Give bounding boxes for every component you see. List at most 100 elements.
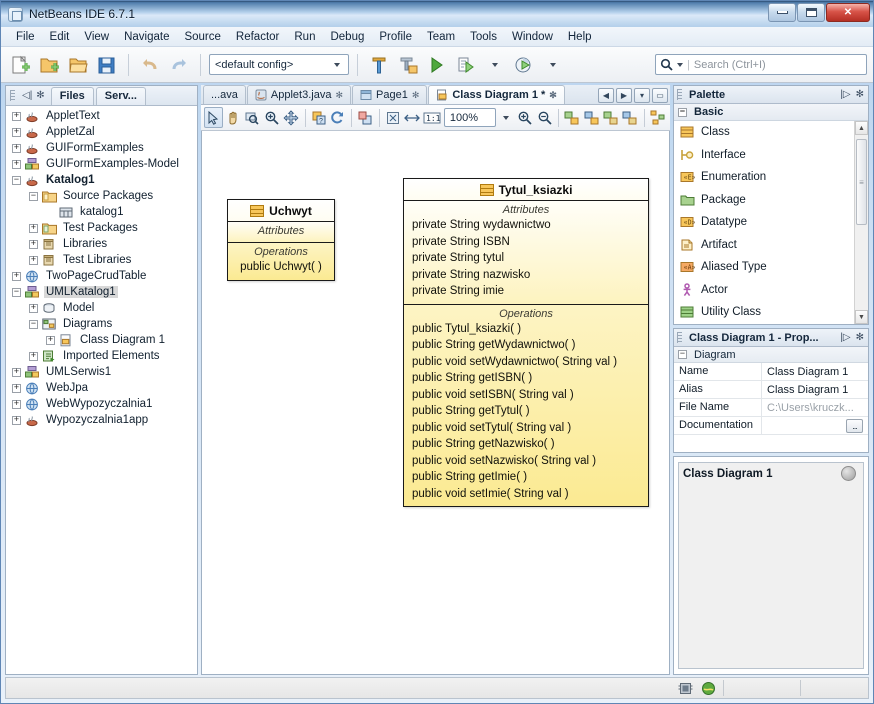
tree-row[interactable]: + GUIFormExamples (6, 140, 197, 156)
menu-navigate[interactable]: Navigate (117, 29, 176, 45)
tree-row[interactable]: + TwoPageCrudTable (6, 268, 197, 284)
property-row[interactable]: Name Class Diagram 1 (674, 363, 868, 381)
property-row[interactable]: File Name C:\Users\kruczk... (674, 399, 868, 417)
zoom-in-icon[interactable] (516, 107, 534, 128)
align-left-icon[interactable] (563, 107, 581, 128)
close-window-icon[interactable]: ✻ (856, 332, 864, 343)
palette-item-class[interactable]: Class (674, 121, 868, 144)
tree-row[interactable]: − Katalog1 (6, 172, 197, 188)
uml-attribute[interactable]: private String nazwisko (404, 267, 648, 284)
uml-operation[interactable]: public String getNazwisko( ) (404, 436, 648, 453)
zoom-out-icon[interactable] (536, 107, 554, 128)
property-value[interactable]: C:\Users\kruczk... (762, 399, 868, 416)
search-options-icon[interactable] (677, 62, 683, 67)
align-bottom-icon[interactable] (621, 107, 639, 128)
tree-row[interactable]: + Imported Elements (6, 348, 197, 364)
menu-edit[interactable]: Edit (43, 29, 77, 45)
scroll-tabs-left-icon[interactable]: ◀ (598, 88, 614, 103)
expand-icon[interactable]: + (12, 367, 21, 377)
uml-operations-compartment[interactable]: Operations public Uchwyt( ) (228, 243, 334, 280)
debug-dropdown-icon[interactable] (482, 52, 508, 78)
new-project-icon[interactable] (36, 52, 62, 78)
menu-refactor[interactable]: Refactor (229, 29, 286, 45)
tree-row[interactable]: − UMLKatalog1 (6, 284, 197, 300)
uml-operation[interactable]: public String getTytul( ) (404, 403, 648, 420)
profile-dropdown-icon[interactable] (540, 52, 566, 78)
property-value[interactable]: Class Diagram 1 (762, 381, 868, 398)
properties-category-diagram[interactable]: − Diagram (674, 347, 868, 363)
tree-row[interactable]: − Source Packages (6, 188, 197, 204)
close-window-icon[interactable]: ✻ (856, 89, 864, 100)
close-window-icon[interactable]: ✻ (36, 90, 44, 101)
zoom-in-tool-icon[interactable] (263, 107, 281, 128)
expand-icon[interactable]: + (12, 111, 21, 121)
tree-row[interactable]: + WebJpa (6, 380, 197, 396)
tree-row[interactable]: + Test Packages (6, 220, 197, 236)
editor-tab-ava[interactable]: ...ava (203, 85, 246, 104)
uml-operation[interactable]: public Uchwyt( ) (228, 259, 334, 276)
collapse-icon[interactable]: − (12, 175, 21, 185)
build-project-icon[interactable] (366, 52, 392, 78)
scroll-down-icon[interactable]: ▼ (855, 310, 868, 324)
redo-icon[interactable] (166, 52, 192, 78)
tree-row[interactable]: + GUIFormExamples-Model (6, 156, 197, 172)
actual-size-icon[interactable]: 1:1 (422, 107, 440, 128)
tab-list-dropdown-icon[interactable]: ▾ (634, 88, 650, 103)
tree-row[interactable]: + Wypozyczalnia1app (6, 412, 197, 428)
palette-item-utility-class[interactable]: Utility Class (674, 301, 868, 324)
refresh-tool-icon[interactable] (329, 107, 347, 128)
expand-icon[interactable]: + (29, 239, 38, 249)
close-tab-icon[interactable]: ✻ (335, 90, 343, 101)
palette-category-basic[interactable]: − Basic (674, 104, 868, 121)
expand-icon[interactable]: + (29, 255, 38, 265)
menu-team[interactable]: Team (420, 29, 462, 45)
palette-item-enumeration[interactable]: «E» Enumeration (674, 166, 868, 189)
uml-operation[interactable]: public String getISBN( ) (404, 370, 648, 387)
pan-tool-icon[interactable] (224, 107, 242, 128)
menu-help[interactable]: Help (561, 29, 599, 45)
open-project-icon[interactable] (65, 52, 91, 78)
palette-item-interface[interactable]: Interface (674, 144, 868, 167)
clean-build-icon[interactable] (395, 52, 421, 78)
close-tab-icon[interactable]: ✻ (549, 90, 557, 101)
open-editor-button[interactable]: ... (846, 418, 863, 433)
scroll-tabs-right-icon[interactable]: ▶ (616, 88, 632, 103)
drag-grip-icon[interactable] (677, 89, 682, 100)
uml-attribute[interactable]: private String tytul (404, 250, 648, 267)
expand-icon[interactable]: + (29, 223, 38, 233)
tree-row[interactable]: + Model (6, 300, 197, 316)
profile-project-icon[interactable] (511, 52, 537, 78)
editor-tab-page1[interactable]: Page1 ✻ (352, 85, 428, 104)
uml-attributes-compartment[interactable]: Attributes (228, 222, 334, 243)
collapse-icon[interactable]: − (678, 107, 687, 117)
project-tree[interactable]: + AppletText + AppletZal + GUIFormExamples + GU… (6, 106, 197, 674)
fit-diagram-icon[interactable] (383, 107, 401, 128)
palette-item-actor[interactable]: Actor (674, 279, 868, 302)
tree-row[interactable]: + UMLSerwis1 (6, 364, 197, 380)
collapse-icon[interactable]: − (29, 319, 38, 329)
uml-attributes-compartment[interactable]: Attributes private String wydawnictwo priv… (404, 201, 648, 305)
minimize-window-icon[interactable]: ◁| (22, 90, 32, 101)
tree-row[interactable]: − Diagrams (6, 316, 197, 332)
new-file-icon[interactable] (7, 52, 33, 78)
collapse-icon[interactable]: − (29, 191, 38, 201)
project-config-combo[interactable]: <default config> (209, 54, 349, 75)
search-input[interactable]: | Search (Ctrl+I) (655, 54, 867, 75)
property-row[interactable]: Documentation... (674, 417, 868, 435)
close-tab-icon[interactable]: ✻ (412, 90, 420, 101)
property-value[interactable]: ... (762, 417, 868, 434)
collapse-icon[interactable]: − (12, 287, 21, 297)
uml-operation[interactable]: public void setISBN( String val ) (404, 387, 648, 404)
maximize-button[interactable] (797, 3, 825, 22)
zoom-level-combo[interactable]: 100% (443, 108, 496, 127)
uml-class-box[interactable]: Uchwyt Attributes Operations public Uchwyt(… (227, 199, 335, 281)
uml-attribute[interactable]: private String wydawnictwo (404, 217, 648, 234)
layout-icon[interactable] (649, 107, 667, 128)
align-top-icon[interactable] (602, 107, 620, 128)
tree-row[interactable]: + Libraries (6, 236, 197, 252)
debug-project-icon[interactable] (453, 52, 479, 78)
chevron-down-icon[interactable] (329, 55, 345, 74)
property-row[interactable]: Alias Class Diagram 1 (674, 381, 868, 399)
uml-class-box[interactable]: Tytul_ksiazki Attributes private String wy… (403, 178, 649, 507)
uml-operation[interactable]: public void setNazwisko( String val ) (404, 453, 648, 470)
